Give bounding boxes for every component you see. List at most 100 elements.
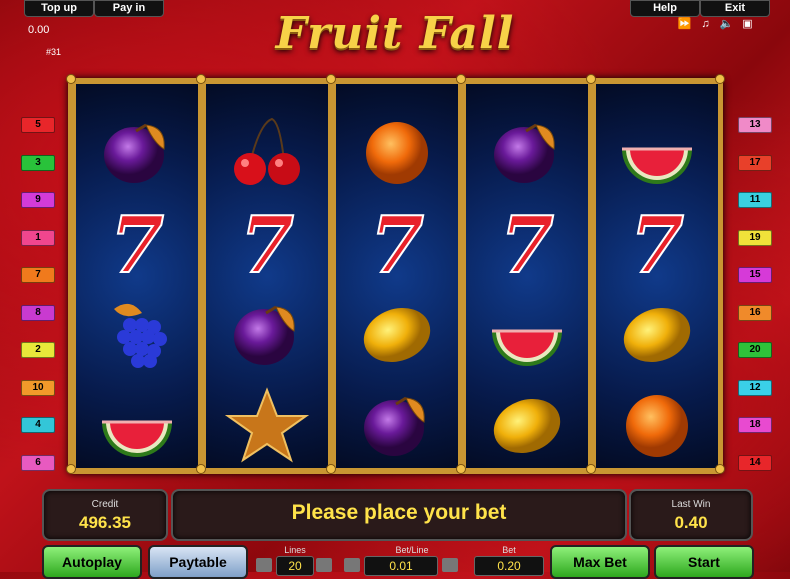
message-panel: Please place your bet bbox=[171, 489, 627, 541]
seven-icon: 7 bbox=[336, 197, 458, 289]
frame-post bbox=[326, 74, 336, 84]
fullscreen-icon[interactable]: ▣ bbox=[739, 17, 756, 31]
plum-icon bbox=[76, 106, 198, 198]
left-line-8: 8 bbox=[21, 304, 55, 321]
right-line-19: 19 bbox=[738, 229, 772, 246]
right-line-12: 12 bbox=[738, 379, 772, 396]
plum-icon bbox=[336, 379, 458, 468]
seven-icon: 7 bbox=[466, 197, 588, 289]
lemon-icon bbox=[596, 288, 718, 380]
lemon-icon bbox=[336, 288, 458, 380]
game-id: #31 bbox=[46, 47, 62, 57]
frame-post bbox=[456, 464, 466, 474]
start-button[interactable]: Start bbox=[654, 545, 754, 579]
frame-post bbox=[715, 464, 725, 474]
right-line-13: 13 bbox=[738, 117, 772, 133]
star-icon bbox=[206, 379, 328, 468]
svg-text:7: 7 bbox=[110, 204, 164, 282]
reel-frame: 777777 bbox=[66, 74, 725, 474]
pay-in-button[interactable]: Pay in bbox=[94, 0, 164, 17]
right-line-20: 20 bbox=[738, 342, 772, 358]
left-line-7: 7 bbox=[21, 267, 55, 283]
autoplay-button[interactable]: Autoplay bbox=[42, 545, 142, 579]
lines-value: 20 bbox=[276, 556, 314, 576]
orange-icon bbox=[336, 106, 458, 198]
bet-line-increase-button[interactable] bbox=[442, 558, 458, 572]
frame-post bbox=[586, 74, 596, 84]
left-line-4: 4 bbox=[21, 417, 55, 433]
top-up-button[interactable]: Top up bbox=[24, 0, 94, 17]
last-win-value: 0.40 bbox=[674, 513, 708, 532]
music-icon[interactable]: ♫ bbox=[697, 17, 714, 31]
seven-icon: 7 bbox=[466, 84, 588, 98]
exit-button[interactable]: Exit bbox=[700, 0, 770, 17]
bet-line-value: 0.01 bbox=[364, 556, 438, 576]
lines-decrease-button[interactable] bbox=[256, 558, 272, 572]
left-line-1: 1 bbox=[21, 229, 55, 246]
game-title: Fruit Fall bbox=[275, 8, 515, 59]
right-line-17: 17 bbox=[738, 154, 772, 171]
frame-post bbox=[196, 464, 206, 474]
lemon-icon bbox=[466, 379, 588, 468]
frame-post bbox=[326, 464, 336, 474]
svg-text:7: 7 bbox=[240, 204, 294, 282]
credit-value: 496.35 bbox=[79, 513, 131, 532]
plum-icon bbox=[206, 84, 328, 98]
plum-icon bbox=[336, 84, 458, 98]
reel-3: 7 bbox=[336, 84, 458, 468]
left-line-5: 5 bbox=[21, 117, 55, 133]
reel-2: 7 bbox=[206, 84, 328, 468]
max-bet-button[interactable]: Max Bet bbox=[550, 545, 650, 579]
watermelon-icon bbox=[76, 379, 198, 468]
lines-increase-button[interactable] bbox=[316, 558, 332, 572]
cherries-icon bbox=[206, 106, 328, 198]
help-button[interactable]: Help bbox=[630, 0, 700, 17]
left-line-10: 10 bbox=[21, 379, 55, 396]
right-line-16: 16 bbox=[738, 304, 772, 321]
svg-text:7: 7 bbox=[500, 84, 554, 91]
seven-icon: 7 bbox=[76, 197, 198, 289]
last-win-label: Last Win bbox=[671, 499, 711, 510]
bet-line-label: Bet/Line bbox=[395, 545, 429, 555]
frame-post bbox=[196, 74, 206, 84]
seven-icon: 7 bbox=[206, 197, 328, 289]
sound-icon[interactable]: 🔈 bbox=[718, 17, 735, 31]
bet-line-decrease-button[interactable] bbox=[344, 558, 360, 572]
right-line-11: 11 bbox=[738, 192, 772, 208]
frame-post bbox=[456, 74, 466, 84]
left-line-6: 6 bbox=[21, 454, 55, 471]
last-win-panel: Last Win 0.40 bbox=[629, 489, 753, 541]
settings-icons: ⏩ ♫ 🔈 ▣ bbox=[676, 17, 762, 31]
plum-icon bbox=[76, 84, 198, 98]
svg-text:7: 7 bbox=[630, 204, 684, 282]
left-line-2: 2 bbox=[21, 342, 55, 358]
credit-panel: Credit 496.35 bbox=[42, 489, 168, 541]
watermelon-icon bbox=[466, 288, 588, 380]
grapes-icon bbox=[76, 288, 198, 380]
reel-5: 7 bbox=[596, 84, 718, 468]
frame-post bbox=[586, 464, 596, 474]
reel-4: 77 bbox=[466, 84, 588, 468]
bet-value: 0.20 bbox=[474, 556, 544, 576]
left-line-9: 9 bbox=[21, 192, 55, 208]
lines-label: Lines bbox=[284, 545, 306, 555]
svg-text:7: 7 bbox=[500, 204, 554, 282]
orange-icon bbox=[596, 84, 718, 98]
frame-post bbox=[715, 74, 725, 84]
paytable-button[interactable]: Paytable bbox=[148, 545, 248, 579]
reel-1: 7 bbox=[76, 84, 198, 468]
bet-label: Bet bbox=[502, 545, 516, 555]
right-line-18: 18 bbox=[738, 417, 772, 433]
status-message: Please place your bet bbox=[291, 501, 507, 524]
svg-text:7: 7 bbox=[370, 204, 424, 282]
frame-post bbox=[66, 464, 76, 474]
plum-icon bbox=[466, 106, 588, 198]
seven-icon: 7 bbox=[596, 197, 718, 289]
watermelon-icon bbox=[596, 106, 718, 198]
orange-icon bbox=[596, 379, 718, 468]
credit-label: Credit bbox=[91, 499, 119, 510]
right-line-14: 14 bbox=[738, 454, 772, 471]
fast-forward-icon[interactable]: ⏩ bbox=[676, 17, 693, 31]
plum-icon bbox=[206, 288, 328, 380]
balance-display: 0.00 bbox=[28, 24, 50, 36]
